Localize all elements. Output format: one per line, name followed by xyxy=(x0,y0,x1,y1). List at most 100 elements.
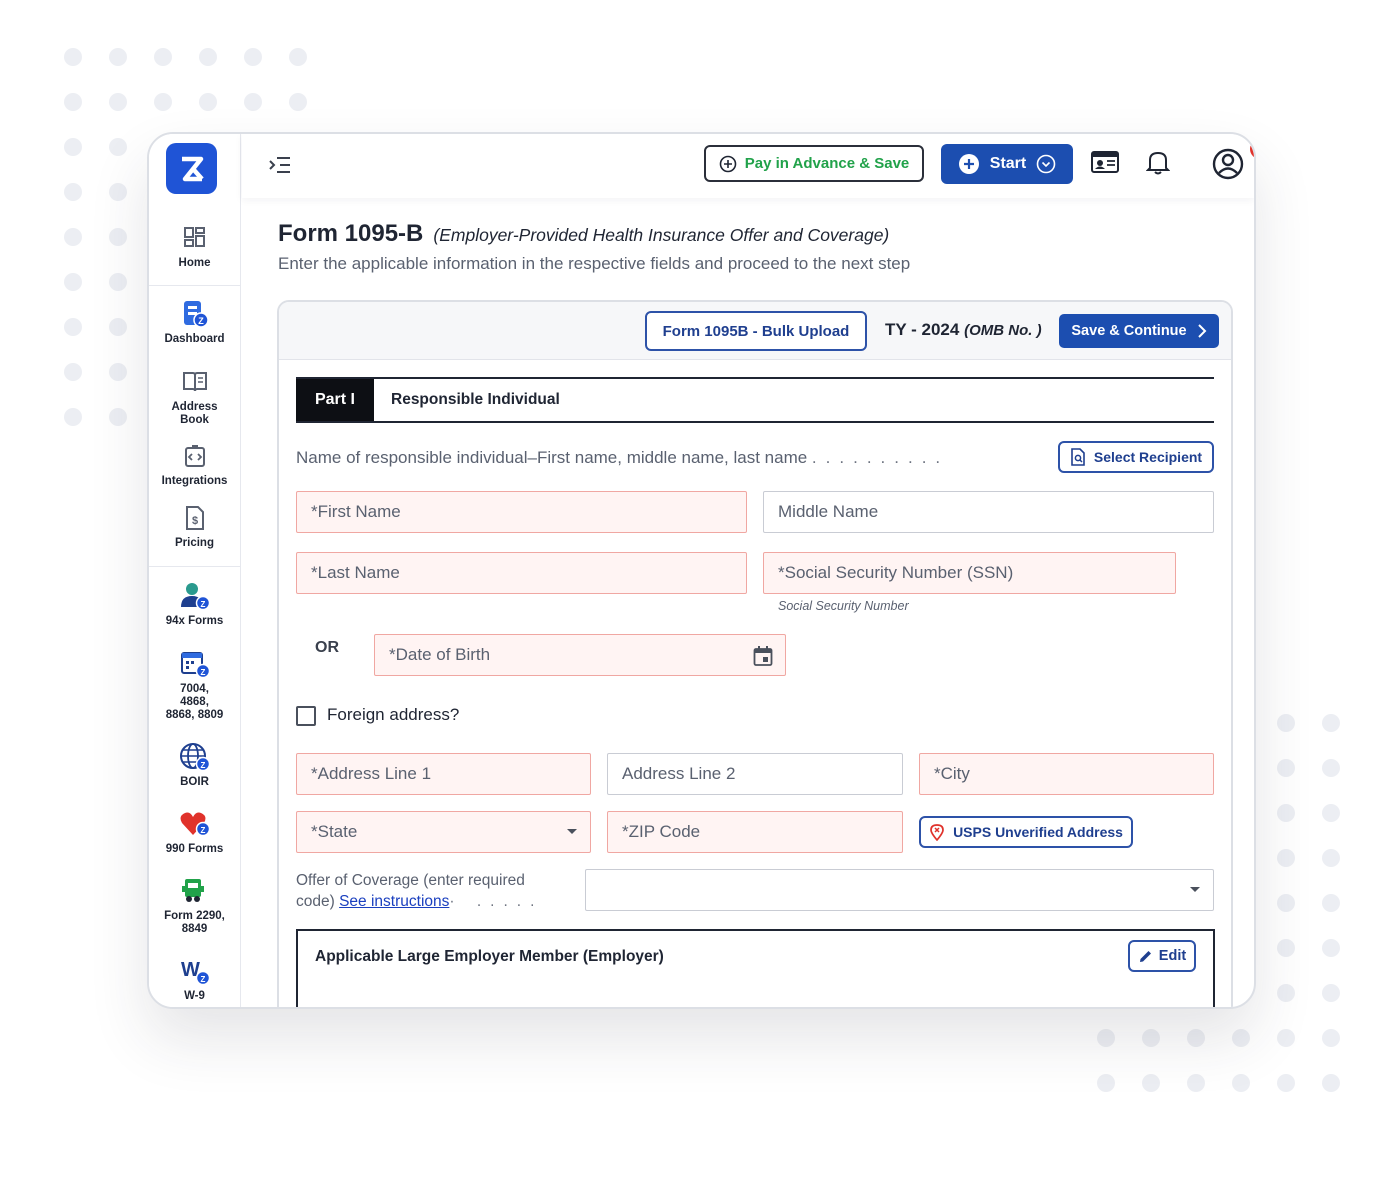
menu-collapse-icon[interactable] xyxy=(268,154,292,176)
dashboard-icon: Z xyxy=(183,301,209,328)
svg-text:$: $ xyxy=(191,515,197,527)
sidebar-item-990-forms[interactable]: Z 990 Forms xyxy=(149,809,240,856)
leader-dots: · ..... xyxy=(449,893,544,910)
sidebar-item-label: W-9 xyxy=(184,990,205,1002)
address-book-icon xyxy=(182,372,207,392)
zip-placeholder: *ZIP Code xyxy=(622,822,701,841)
offer-of-coverage-label: Offer of Coverage (enter required code) … xyxy=(296,870,543,912)
leader-dots: .......... xyxy=(811,448,950,467)
calendar-icon[interactable] xyxy=(753,645,773,667)
start-label: Start xyxy=(989,155,1027,172)
last-name-placeholder: *Last Name xyxy=(311,563,400,582)
foreign-address-checkbox[interactable] xyxy=(296,706,316,726)
pencil-icon xyxy=(1139,950,1151,962)
see-instructions-link[interactable]: See instructions xyxy=(339,893,449,910)
part-tag: Part I xyxy=(296,379,374,421)
notification-count-badge: 35 xyxy=(1250,139,1254,159)
dob-placeholder: *Date of Birth xyxy=(389,645,491,664)
ssn-placeholder: *Social Security Number (SSN) xyxy=(778,563,1014,582)
page-canvas: Home Z Dashboard Address Book Integratio… xyxy=(0,0,1373,1185)
app-logo[interactable] xyxy=(166,143,217,194)
sidebar-item-extensions[interactable]: Z 7004, 4868, 8868, 8809 xyxy=(149,649,240,722)
svg-text:Z: Z xyxy=(200,761,205,770)
truck-icon xyxy=(181,879,204,902)
address-1-placeholder: *Address Line 1 xyxy=(311,764,432,783)
w9-icon: WZ xyxy=(181,959,210,986)
sidebar: Home Z Dashboard Address Book Integratio… xyxy=(149,134,241,1007)
integrations-icon xyxy=(184,445,205,467)
sidebar-item-home[interactable]: Home xyxy=(149,223,240,270)
usps-unverified-address-button[interactable]: USPS Unverified Address xyxy=(919,816,1133,848)
sidebar-item-w9[interactable]: WZ W-9 xyxy=(149,956,240,1003)
sidebar-item-label: Address Book xyxy=(171,401,218,426)
address-line-1-field[interactable]: *Address Line 1 xyxy=(296,753,591,795)
sidebar-item-address-book[interactable]: Address Book xyxy=(149,367,240,427)
logo-mark-icon xyxy=(181,156,204,181)
plus-filled-icon xyxy=(958,154,979,174)
location-warning-icon xyxy=(930,824,944,841)
sidebar-item-integrations[interactable]: Integrations xyxy=(149,441,240,488)
save-continue-button[interactable]: Save & Continue xyxy=(1059,314,1219,348)
edit-employer-button[interactable]: Edit xyxy=(1128,940,1196,972)
select-recipient-button[interactable]: Select Recipient xyxy=(1058,441,1214,473)
tax-year-label: TY - 2024 (OMB No. ) xyxy=(885,320,1042,340)
plus-circle-icon xyxy=(719,155,737,172)
svg-text:Z: Z xyxy=(198,316,204,326)
sidebar-item-pricing[interactable]: $ Pricing xyxy=(149,503,240,550)
sidebar-item-label: BOIR xyxy=(180,776,209,788)
sidebar-item-boir[interactable]: Z BOIR xyxy=(149,742,240,789)
home-grid-icon xyxy=(183,227,205,247)
address-2-placeholder: Address Line 2 xyxy=(622,764,736,783)
user-avatar-icon[interactable] xyxy=(1212,148,1244,180)
last-name-field[interactable]: *Last Name xyxy=(296,552,747,594)
svg-text:Z: Z xyxy=(200,668,205,677)
sidebar-item-94x-forms[interactable]: Z 94x Forms xyxy=(149,581,240,628)
address-line-2-field[interactable]: Address Line 2 xyxy=(607,753,903,795)
ssn-hint: Social Security Number xyxy=(778,599,909,613)
pay-in-advance-label: Pay in Advance & Save xyxy=(744,155,910,172)
calendar-forms-icon: Z xyxy=(180,652,210,679)
ssn-field[interactable]: *Social Security Number (SSN) xyxy=(763,552,1176,594)
main-content: Form 1095-B (Employer-Provided Health In… xyxy=(242,198,1254,1007)
foreign-address-label: Foreign address? xyxy=(327,705,460,724)
middle-name-placeholder: Middle Name xyxy=(778,502,879,521)
person-forms-icon: Z xyxy=(180,583,210,611)
pricing-icon: $ xyxy=(185,506,204,530)
pay-in-advance-button[interactable]: Pay in Advance & Save xyxy=(704,145,924,182)
form-card: Form 1095B - Bulk Upload TY - 2024 (OMB … xyxy=(277,300,1233,1007)
svg-text:Z: Z xyxy=(200,975,205,984)
sidebar-item-label: 7004, 4868, 8868, 8809 xyxy=(165,683,224,721)
start-button[interactable]: Start xyxy=(941,144,1073,184)
sidebar-item-label: 94x Forms xyxy=(165,615,224,627)
select-recipient-label: Select Recipient xyxy=(1093,449,1203,465)
id-card-icon[interactable] xyxy=(1090,148,1120,176)
caret-down-icon xyxy=(567,829,577,834)
bulk-upload-button[interactable]: Form 1095B - Bulk Upload xyxy=(645,311,867,351)
date-of-birth-field[interactable]: *Date of Birth xyxy=(374,634,786,676)
edit-label: Edit xyxy=(1158,948,1187,964)
heart-icon: Z xyxy=(180,812,210,837)
city-field[interactable]: *City xyxy=(919,753,1214,795)
state-select[interactable]: *State xyxy=(296,811,591,853)
sidebar-item-label: Home xyxy=(178,257,211,269)
zip-code-field[interactable]: *ZIP Code xyxy=(607,811,903,853)
responsible-name-label: Name of responsible individual–First nam… xyxy=(296,448,949,468)
sidebar-item-label: Pricing xyxy=(175,537,214,549)
page-title: Form 1095-B xyxy=(278,220,424,247)
sidebar-item-dashboard[interactable]: Z Dashboard xyxy=(149,299,240,346)
offer-of-coverage-select[interactable] xyxy=(585,869,1214,911)
first-name-field[interactable]: *First Name xyxy=(296,491,747,533)
page-description: Enter the applicable information in the … xyxy=(278,254,911,273)
sidebar-divider xyxy=(149,285,240,286)
offer-label-line-2: code) xyxy=(296,893,340,910)
omb-number-text: (OMB No. ) xyxy=(964,322,1042,339)
notification-bell-icon[interactable] xyxy=(1146,148,1170,176)
page-heading: Form 1095-B (Employer-Provided Health In… xyxy=(278,220,889,248)
middle-name-field[interactable]: Middle Name xyxy=(763,491,1214,533)
page-subtitle: (Employer-Provided Health Insurance Offe… xyxy=(433,225,890,245)
responsible-name-text: Name of responsible individual–First nam… xyxy=(296,448,808,467)
first-name-placeholder: *First Name xyxy=(311,502,401,521)
sidebar-item-label: Dashboard xyxy=(164,333,225,345)
document-search-icon xyxy=(1071,448,1085,466)
sidebar-item-form-2290[interactable]: Form 2290, 8849 xyxy=(149,876,240,936)
